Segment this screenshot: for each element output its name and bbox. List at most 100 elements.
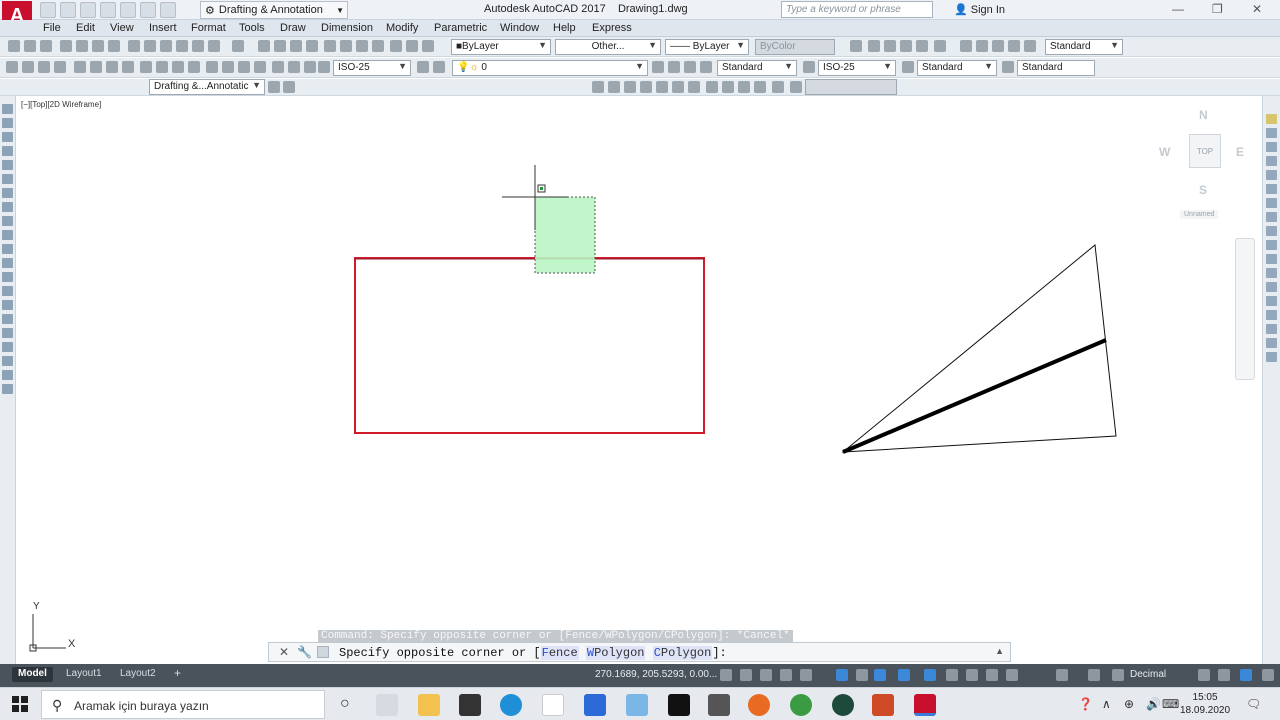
speaker-icon[interactable]: 🔊 <box>1146 697 1161 711</box>
ortho-icon[interactable] <box>780 669 792 681</box>
toolbar-button[interactable] <box>754 81 766 93</box>
toolbar-button[interactable] <box>106 61 118 73</box>
toolbar-button[interactable] <box>1002 61 1014 73</box>
add-selected-icon[interactable] <box>2 370 13 380</box>
taskbar-clock[interactable]: 15:05 18.09.2020 <box>1180 691 1230 717</box>
toolbar-button[interactable] <box>372 40 384 52</box>
compass-west[interactable]: W <box>1159 145 1170 159</box>
toolbar-button[interactable] <box>640 81 652 93</box>
taskbar-search-input[interactable]: ⚲ Aramak için buraya yazın <box>41 690 325 719</box>
notifications-icon[interactable]: 🗨 <box>1246 697 1261 711</box>
toolbar-button[interactable] <box>290 40 302 52</box>
toolbar-button[interactable] <box>283 81 295 93</box>
dynamic-input-icon[interactable] <box>874 669 886 681</box>
ellipse-arc-icon[interactable] <box>2 244 13 254</box>
erase-icon[interactable] <box>1266 114 1277 124</box>
toolbar-button[interactable] <box>992 40 1004 52</box>
menu-parametric[interactable]: Parametric <box>434 22 487 34</box>
lineweight-icon[interactable] <box>898 669 910 681</box>
dimstyle-dropdown-2[interactable]: ISO-25 ▼ <box>818 60 896 76</box>
compass-north[interactable]: N <box>1199 108 1208 122</box>
modify-tool-icon[interactable] <box>1266 352 1277 362</box>
task-view-icon[interactable] <box>376 694 398 716</box>
menu-insert[interactable]: Insert <box>149 22 177 34</box>
toolbar-button[interactable] <box>176 40 188 52</box>
table-icon[interactable] <box>2 342 13 352</box>
scale-icon[interactable] <box>1266 212 1277 222</box>
coordinate-readout[interactable]: 270.1689, 205.5293, 0.00... <box>595 669 717 680</box>
toolbar-button[interactable] <box>1008 40 1020 52</box>
customization-icon[interactable] <box>1262 669 1274 681</box>
undo-icon[interactable] <box>140 2 156 18</box>
menu-format[interactable]: Format <box>191 22 226 34</box>
viewport-controls[interactable]: [−][Top][2D Wireframe] <box>21 100 101 109</box>
toolbar-button[interactable] <box>976 40 988 52</box>
gradient-icon[interactable] <box>2 314 13 324</box>
sign-in-button[interactable]: 👤 Sign In <box>954 3 1005 16</box>
toolbar-button[interactable] <box>128 40 140 52</box>
ellipse-icon[interactable] <box>2 230 13 240</box>
search-input[interactable]: Type a keyword or phrase <box>781 1 933 18</box>
network-icon[interactable]: ⊕ <box>1124 697 1134 711</box>
new-icon[interactable] <box>40 2 56 18</box>
break-icon[interactable] <box>1266 268 1277 278</box>
toolbar-button[interactable] <box>40 40 52 52</box>
annotation-visibility-icon[interactable] <box>986 669 998 681</box>
viewcube[interactable]: TOP <box>1189 134 1221 168</box>
osnap-icon[interactable] <box>836 669 848 681</box>
drawing-area[interactable] <box>16 96 1262 664</box>
offset-icon[interactable] <box>1266 156 1277 166</box>
toolbar-button[interactable] <box>324 40 336 52</box>
mleaderstyle-dropdown[interactable]: Standard <box>1017 60 1095 76</box>
polar-icon[interactable] <box>800 669 812 681</box>
toolbar-button[interactable] <box>206 61 218 73</box>
edge-icon[interactable] <box>500 694 522 716</box>
move-icon[interactable] <box>1266 184 1277 194</box>
toolbar-button[interactable] <box>722 81 734 93</box>
polyline-icon[interactable] <box>2 132 13 142</box>
join-icon[interactable] <box>1266 282 1277 292</box>
toolbar-button[interactable] <box>208 40 220 52</box>
units-dropdown[interactable]: Decimal <box>1130 669 1166 680</box>
toolbar-button[interactable] <box>8 40 20 52</box>
revcloud-icon[interactable] <box>2 202 13 212</box>
autocad-taskbar-icon[interactable] <box>914 694 936 716</box>
toolbar-button[interactable] <box>140 61 152 73</box>
blend-icon[interactable] <box>1266 324 1277 334</box>
arc-icon[interactable] <box>2 174 13 184</box>
toolbar-button[interactable] <box>406 40 418 52</box>
toolbar-button[interactable] <box>90 61 102 73</box>
firefox-icon[interactable] <box>748 694 770 716</box>
toolbar-button[interactable] <box>688 81 700 93</box>
toolbar-button[interactable] <box>318 61 330 73</box>
command-line[interactable]: ✕ 🔧 Specify opposite corner or [Fence WP… <box>268 642 1011 662</box>
toolbar-button[interactable] <box>884 40 896 52</box>
toolbar-button[interactable] <box>684 61 696 73</box>
menu-dimension[interactable]: Dimension <box>321 22 373 34</box>
menu-help[interactable]: Help <box>553 22 576 34</box>
fillet-icon[interactable] <box>1266 310 1277 320</box>
workspace-switcher[interactable]: ⚙ Drafting & Annotation ▼ <box>200 1 348 19</box>
dimstyle-dropdown[interactable]: ISO-25 ▼ <box>333 60 411 76</box>
toolbar-button[interactable] <box>668 61 680 73</box>
toolbar-button[interactable] <box>868 40 880 52</box>
toolbar-button[interactable] <box>706 81 718 93</box>
stretch-icon[interactable] <box>1266 226 1277 236</box>
gear-icon[interactable] <box>268 81 280 93</box>
toolbar-button[interactable] <box>902 61 914 73</box>
text-style-dropdown[interactable]: Standard ▼ <box>1045 39 1123 55</box>
hatch-icon[interactable] <box>2 300 13 310</box>
make-block-icon[interactable] <box>2 272 13 282</box>
toolbar-button[interactable] <box>38 61 50 73</box>
chevron-up-icon[interactable]: ∧ <box>1102 697 1111 711</box>
option-cpolygon[interactable]: CPolygon <box>652 646 713 660</box>
copy-icon[interactable] <box>1266 128 1277 138</box>
model-space-icon[interactable] <box>720 669 732 681</box>
toolbar-button[interactable] <box>433 61 445 73</box>
close-button[interactable]: ✕ <box>1252 2 1262 16</box>
toolbar-button[interactable] <box>340 40 352 52</box>
toolbar-button[interactable] <box>54 61 66 73</box>
toolbar-button[interactable] <box>288 61 300 73</box>
help-icon[interactable]: ❓ <box>1078 697 1093 711</box>
unity-icon[interactable] <box>832 694 854 716</box>
